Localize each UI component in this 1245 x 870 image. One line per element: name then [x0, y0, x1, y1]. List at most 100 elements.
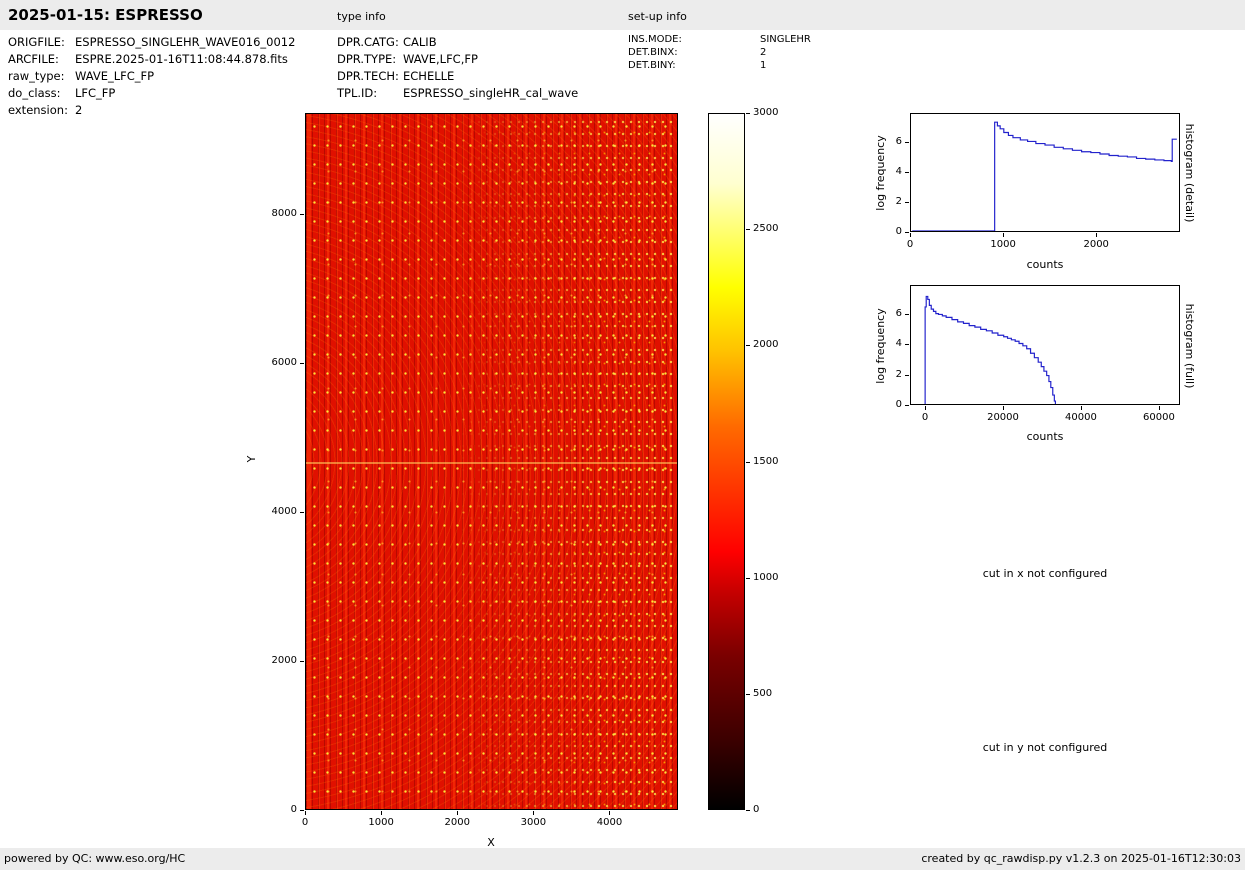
det-binx-label: DET.BINX: — [628, 47, 678, 58]
x-tick-mark — [1080, 406, 1082, 410]
colorbar-tick-label: 500 — [753, 687, 773, 699]
y-tick-label: 6000 — [271, 356, 297, 368]
det-biny-label: DET.BINY: — [628, 60, 676, 71]
footer-right-text: created by qc_rawdisp.py v1.2.3 on 2025-… — [921, 852, 1241, 865]
y-tick-label: 4 — [895, 338, 902, 350]
setup-info-row: INS.MODE: SINGLEHR — [628, 33, 811, 46]
y-tick-mark — [300, 362, 304, 364]
x-tick-label: 1000 — [368, 817, 394, 828]
x-tick-label: 60000 — [1143, 412, 1175, 423]
extension-value: 2 — [75, 103, 83, 117]
cut-in-x-annotation: cut in x not configured — [982, 567, 1108, 580]
footer-bar: powered by QC: www.eso.org/HC created by… — [0, 848, 1245, 870]
x-tick-label: 20000 — [987, 412, 1019, 423]
y-tick-mark — [905, 232, 909, 233]
x-tick-mark — [1002, 406, 1004, 410]
x-tick-label: 40000 — [1065, 412, 1097, 423]
x-tick-mark — [1096, 233, 1098, 237]
colorbar-tick-label: 3000 — [753, 107, 779, 118]
y-tick-mark — [300, 660, 304, 662]
dpr-tech-value: ECHELLE — [403, 69, 455, 83]
colorbar-tick-label: 1500 — [753, 455, 779, 467]
extension-label: extension: — [8, 103, 68, 117]
x-tick-label: 4000 — [596, 817, 623, 828]
histogram-detail-side-label: histogram (detail) — [1183, 123, 1196, 223]
y-tick-label: 2000 — [271, 654, 297, 666]
main-plot-y-axis-label: Y — [245, 455, 258, 463]
setup-info-row: DET.BINY: 1 — [628, 59, 811, 72]
histogram-full-side-label: histogram (full) — [1183, 303, 1196, 389]
ins-mode-label: INS.MODE: — [628, 34, 682, 45]
det-biny-value: 1 — [760, 60, 767, 71]
histogram-detail-plot — [910, 113, 1180, 232]
do-class-value: LFC_FP — [75, 86, 116, 100]
y-tick-mark — [905, 171, 909, 173]
file-info-row: ARCFILE: ESPRE.2025-01-16T11:08:44.878.f… — [8, 51, 295, 68]
dpr-catg-value: CALIB — [403, 35, 437, 49]
y-tick-label: 4000 — [271, 505, 297, 517]
x-tick-mark — [910, 233, 911, 237]
x-tick-label: 2000 — [444, 817, 470, 828]
y-tick-label: 0 — [895, 399, 902, 410]
tpl-id-label: TPL.ID: — [337, 86, 378, 100]
y-tick-label: 0 — [290, 804, 297, 815]
x-tick-label: 3000 — [520, 817, 547, 828]
colorbar-tick-mark — [746, 693, 750, 695]
dpr-type-label: DPR.TYPE: — [337, 52, 397, 66]
y-tick-mark — [300, 511, 304, 513]
type-info-block: DPR.CATG: CALIB DPR.TYPE: WAVE,LFC,FP DP… — [337, 34, 578, 102]
x-tick-mark — [457, 811, 459, 815]
dpr-catg-label: DPR.CATG: — [337, 35, 399, 49]
y-tick-mark — [905, 374, 909, 376]
setup-info-block: INS.MODE: SINGLEHR DET.BINX: 2 DET.BINY:… — [628, 33, 811, 72]
type-info-heading: type info — [337, 10, 386, 23]
colorbar-tick-mark — [746, 229, 750, 231]
type-info-row: DPR.CATG: CALIB — [337, 34, 578, 51]
x-tick-mark — [1003, 233, 1005, 237]
origfile-value: ESPRESSO_SINGLEHR_WAVE016_0012 — [75, 35, 296, 49]
hist-full-line — [924, 295, 1057, 404]
colorbar-tick-label: 2000 — [753, 339, 779, 351]
cut-in-y-annotation: cut in y not configured — [982, 741, 1108, 754]
x-tick-label: 1000 — [990, 239, 1016, 250]
x-tick-label: 2000 — [1083, 239, 1109, 250]
file-info-row: extension: 2 — [8, 102, 295, 119]
x-tick-label: 0 — [301, 817, 309, 828]
x-tick-mark — [925, 406, 926, 410]
colorbar-tick-mark — [746, 810, 750, 811]
y-tick-mark — [905, 344, 909, 346]
dpr-type-value: WAVE,LFC,FP — [403, 52, 478, 66]
y-tick-mark — [905, 405, 909, 406]
page-title: 2025-01-15: ESPRESSO — [8, 6, 203, 24]
y-tick-mark — [300, 213, 304, 215]
arcfile-value: ESPRE.2025-01-16T11:08:44.878.fits — [75, 52, 288, 66]
colorbar-tick-label: 1000 — [753, 571, 779, 583]
y-tick-mark — [905, 201, 909, 203]
file-info-block: ORIGFILE: ESPRESSO_SINGLEHR_WAVE016_0012… — [8, 34, 295, 119]
histogram-detail-x-axis-label: counts — [1026, 258, 1064, 271]
x-tick-mark — [381, 811, 383, 815]
do-class-label: do_class: — [8, 86, 61, 100]
setup-info-row: DET.BINX: 2 — [628, 46, 811, 59]
qc-report-page: 2025-01-15: ESPRESSO type info set-up in… — [0, 0, 1245, 870]
hist-detail-line — [912, 121, 1177, 231]
ins-mode-value: SINGLEHR — [760, 34, 811, 45]
raw-detector-image — [305, 113, 678, 810]
detector-gap-line — [306, 462, 677, 464]
colorbar-tick-mark — [746, 345, 750, 347]
origfile-label: ORIGFILE: — [8, 35, 65, 49]
tpl-id-value: ESPRESSO_singleHR_cal_wave — [403, 86, 579, 100]
colorbar-tick-mark — [746, 461, 750, 463]
setup-info-heading: set-up info — [628, 10, 687, 23]
histogram-full-plot — [910, 285, 1180, 405]
y-tick-mark — [905, 141, 909, 143]
x-tick-label: 0 — [906, 239, 914, 250]
y-tick-mark — [300, 810, 304, 811]
colorbar-tick-label: 2500 — [753, 223, 779, 235]
y-tick-label: 8000 — [271, 207, 297, 219]
type-info-row: TPL.ID: ESPRESSO_singleHR_cal_wave — [337, 85, 578, 102]
file-info-row: do_class: LFC_FP — [8, 85, 295, 102]
raw-type-label: raw_type: — [8, 69, 65, 83]
raw-type-value: WAVE_LFC_FP — [75, 69, 155, 83]
file-info-row: ORIGFILE: ESPRESSO_SINGLEHR_WAVE016_0012 — [8, 34, 295, 51]
